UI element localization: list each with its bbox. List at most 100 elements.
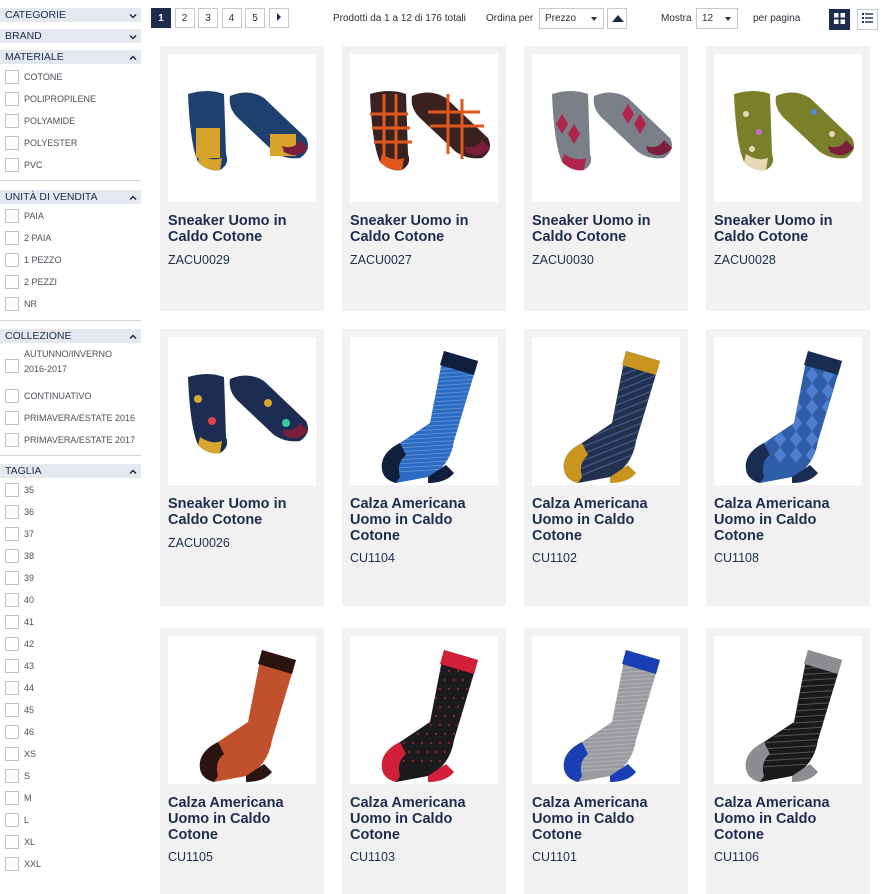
product-card[interactable]: Calza Americana Uomo in Caldo Cotone CU11… xyxy=(706,628,870,894)
checkbox[interactable] xyxy=(5,209,19,223)
checkbox[interactable] xyxy=(5,297,19,311)
product-image-sock[interactable] xyxy=(714,337,862,485)
product-image-sock[interactable] xyxy=(714,636,862,784)
filter-option-materiale[interactable]: PVC xyxy=(0,158,141,172)
filter-option-unita[interactable]: 2 PEZZI xyxy=(0,275,141,289)
filter-option-collezione[interactable]: AUTUNNO/INVERNO 2016-2017 xyxy=(0,349,141,381)
checkbox[interactable] xyxy=(5,747,19,761)
sort-select[interactable]: Prezzo xyxy=(539,8,604,29)
checkbox[interactable] xyxy=(5,505,19,519)
sort-direction-button[interactable] xyxy=(607,8,627,29)
checkbox[interactable] xyxy=(5,659,19,673)
product-name[interactable]: Sneaker Uomo in Caldo Cotone xyxy=(532,213,682,245)
filter-option-taglia[interactable]: L xyxy=(0,813,141,827)
product-name[interactable]: Calza Americana Uomo in Caldo Cotone xyxy=(714,496,864,544)
product-card[interactable]: Sneaker Uomo in Caldo Cotone ZACU0026 xyxy=(160,329,324,606)
product-card[interactable]: Sneaker Uomo in Caldo Cotone ZACU0027 xyxy=(342,46,506,311)
filter-option-taglia[interactable]: 45 xyxy=(0,703,141,717)
product-name[interactable]: Calza Americana Uomo in Caldo Cotone xyxy=(532,496,682,544)
filter-option-unita[interactable]: NR xyxy=(0,297,141,311)
filter-option-taglia[interactable]: 44 xyxy=(0,681,141,695)
checkbox[interactable] xyxy=(5,411,19,425)
next-page-button[interactable] xyxy=(268,8,289,28)
filter-option-taglia[interactable]: 40 xyxy=(0,593,141,607)
filter-collezione-header[interactable]: COLLEZIONE xyxy=(0,329,141,343)
checkbox[interactable] xyxy=(5,571,19,585)
product-card[interactable]: Calza Americana Uomo in Caldo Cotone CU11… xyxy=(342,329,506,606)
filter-option-taglia[interactable]: 42 xyxy=(0,637,141,651)
filter-option-taglia[interactable]: 38 xyxy=(0,549,141,563)
product-card[interactable]: Calza Americana Uomo in Caldo Cotone CU11… xyxy=(706,329,870,606)
product-image-sock[interactable] xyxy=(168,636,316,784)
checkbox[interactable] xyxy=(5,253,19,267)
product-name[interactable]: Calza Americana Uomo in Caldo Cotone xyxy=(168,795,318,843)
checkbox[interactable] xyxy=(5,158,19,172)
product-name[interactable]: Calza Americana Uomo in Caldo Cotone xyxy=(714,795,864,843)
list-view-button[interactable] xyxy=(857,9,878,30)
checkbox[interactable] xyxy=(5,527,19,541)
filter-option-collezione[interactable]: PRIMAVERA/ESTATE 2016 xyxy=(0,411,141,425)
filter-option-taglia[interactable]: S xyxy=(0,769,141,783)
checkbox[interactable] xyxy=(5,70,19,84)
product-name[interactable]: Calza Americana Uomo in Caldo Cotone xyxy=(532,795,682,843)
checkbox[interactable] xyxy=(5,813,19,827)
checkbox[interactable] xyxy=(5,92,19,106)
checkbox[interactable] xyxy=(5,136,19,150)
filter-option-materiale[interactable]: COTONE xyxy=(0,70,141,84)
checkbox[interactable] xyxy=(5,681,19,695)
filter-brand-header[interactable]: BRAND xyxy=(0,29,141,43)
page-1-button[interactable]: 1 xyxy=(151,8,171,28)
filter-option-materiale[interactable]: POLYESTER xyxy=(0,136,141,150)
checkbox[interactable] xyxy=(5,703,19,717)
product-name[interactable]: Calza Americana Uomo in Caldo Cotone xyxy=(350,795,500,843)
product-image-sneaker[interactable] xyxy=(350,54,498,202)
filter-option-unita[interactable]: 2 PAIA xyxy=(0,231,141,245)
product-image-sneaker[interactable] xyxy=(168,337,316,485)
checkbox[interactable] xyxy=(5,857,19,871)
filter-taglia-header[interactable]: TAGLIA xyxy=(0,464,141,478)
checkbox[interactable] xyxy=(5,835,19,849)
product-image-sneaker[interactable] xyxy=(714,54,862,202)
filter-option-taglia[interactable]: M xyxy=(0,791,141,805)
product-image-sock[interactable] xyxy=(532,337,680,485)
checkbox[interactable] xyxy=(5,114,19,128)
page-2-button[interactable]: 2 xyxy=(174,8,195,28)
checkbox[interactable] xyxy=(5,549,19,563)
filter-option-materiale[interactable]: POLYAMIDE xyxy=(0,114,141,128)
filter-option-unita[interactable]: 1 PEZZO xyxy=(0,253,141,267)
filter-option-materiale[interactable]: POLIPROPILENE xyxy=(0,92,141,106)
product-image-sock[interactable] xyxy=(532,636,680,784)
product-name[interactable]: Sneaker Uomo in Caldo Cotone xyxy=(168,213,318,245)
filter-option-unita[interactable]: PAIA xyxy=(0,209,141,223)
page-3-button[interactable]: 3 xyxy=(198,8,218,28)
checkbox[interactable] xyxy=(5,483,19,497)
product-card[interactable]: Sneaker Uomo in Caldo Cotone ZACU0028 xyxy=(706,46,870,311)
checkbox[interactable] xyxy=(5,593,19,607)
filter-option-collezione[interactable]: PRIMAVERA/ESTATE 2017 xyxy=(0,433,141,447)
product-image-sock[interactable] xyxy=(350,636,498,784)
filter-option-taglia[interactable]: 41 xyxy=(0,615,141,629)
product-image-sneaker[interactable] xyxy=(168,54,316,202)
checkbox[interactable] xyxy=(5,231,19,245)
product-card[interactable]: Calza Americana Uomo in Caldo Cotone CU11… xyxy=(342,628,506,894)
checkbox[interactable] xyxy=(5,359,19,373)
product-image-sneaker[interactable] xyxy=(532,54,680,202)
checkbox[interactable] xyxy=(5,637,19,651)
page-4-button[interactable]: 4 xyxy=(221,8,242,28)
filter-option-taglia[interactable]: 37 xyxy=(0,527,141,541)
filter-categorie-header[interactable]: CATEGORIE xyxy=(0,8,141,22)
checkbox[interactable] xyxy=(5,791,19,805)
filter-option-taglia[interactable]: XXL xyxy=(0,857,141,871)
product-card[interactable]: Sneaker Uomo in Caldo Cotone ZACU0030 xyxy=(524,46,688,311)
filter-option-taglia[interactable]: 35 xyxy=(0,483,141,497)
product-card[interactable]: Sneaker Uomo in Caldo Cotone ZACU0029 xyxy=(160,46,324,311)
product-card[interactable]: Calza Americana Uomo in Caldo Cotone CU11… xyxy=(160,628,324,894)
checkbox[interactable] xyxy=(5,389,19,403)
product-name[interactable]: Sneaker Uomo in Caldo Cotone xyxy=(168,496,318,528)
checkbox[interactable] xyxy=(5,275,19,289)
checkbox[interactable] xyxy=(5,769,19,783)
checkbox[interactable] xyxy=(5,615,19,629)
filter-option-taglia[interactable]: XL xyxy=(0,835,141,849)
filter-materiale-header[interactable]: MATERIALE xyxy=(0,50,141,64)
filter-option-taglia[interactable]: 43 xyxy=(0,659,141,673)
